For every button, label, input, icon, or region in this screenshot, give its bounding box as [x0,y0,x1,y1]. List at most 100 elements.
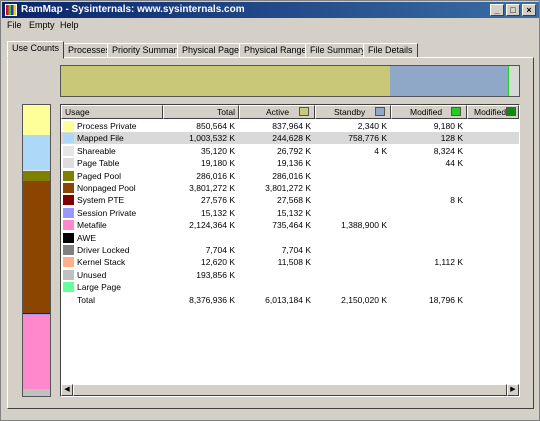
cell-usage: Page Table [77,158,120,169]
usage-bar-segment-unused [23,389,50,396]
usage-color-swatch [63,133,74,144]
maximize-button[interactable]: □ [506,4,520,16]
table-row[interactable]: Unused 193,856 K [61,269,519,281]
tab-file-details[interactable]: File Details [363,43,418,58]
cell-active: 837,964 K [272,121,311,131]
cell-modified: 44 K [445,158,464,169]
cell-standby: 1,388,900 K [341,220,387,231]
table-row[interactable]: Total 8,376,936 K 6,013,184 K 2,150,020 K 18… [61,294,519,306]
cell-usage: Driver Locked [77,245,130,255]
usage-color-swatch [63,158,74,169]
cell-active: 27,568 K [276,195,311,206]
scroll-thumb[interactable] [73,384,507,396]
usage-color-swatch [63,282,74,293]
table-row[interactable]: AWE [61,232,519,244]
cell-total: 12,620 K [200,257,235,268]
menu-help[interactable]: Help [57,19,82,31]
rammap-window: RamMap - Sysinternals: www.sysinternals.… [0,0,540,421]
memory-list-bar [60,65,520,97]
cell-modified: 18,796 K [428,294,463,305]
cell-usage: Nonpaged Pool [77,183,136,193]
usage-color-swatch [63,195,74,206]
cell-active: 11,508 K [277,257,311,268]
title-bar[interactable]: RamMap - Sysinternals: www.sysinternals.… [2,2,539,18]
usage-color-swatch [63,232,74,243]
table-row[interactable]: Nonpaged Pool 3,801,272 K 3,801,272 K [61,182,519,194]
usage-bar [22,104,51,397]
cell-usage: Shareable [77,145,116,156]
active-color-swatch [299,107,309,116]
cell-standby: 2,150,020 K [341,294,387,305]
table-row[interactable]: Shareable 35,120 K 26,792 K 4 K 8,324 K [61,145,519,157]
cell-active: 735,464 K [272,220,311,231]
minimize-button[interactable]: _ [490,4,504,16]
use-counts-table[interactable]: Usage Total Active Standby Modified Modi… [60,104,520,397]
table-row[interactable]: Large Page [61,281,519,293]
column-header-usage[interactable]: Usage [61,105,163,119]
table-row[interactable]: Mapped File 1,003,532 K 244,628 K 758,776 K… [61,132,519,145]
usage-color-swatch [63,207,74,218]
cell-usage: Mapped File [77,133,124,144]
table-row[interactable]: Process Private 850,564 K 837,964 K 2,340 K… [61,120,519,132]
cell-modified: 9,180 K [433,121,463,131]
cell-active: 19,136 K [276,158,311,169]
cell-usage: AWE [77,232,97,243]
horizontal-scrollbar[interactable]: ◀ ▶ [61,384,519,396]
table-row[interactable]: System PTE 27,576 K 27,568 K 8 K [61,194,519,206]
cell-total: 2,124,364 K [189,220,235,231]
cell-total: 15,132 K [200,207,235,218]
usage-color-swatch [63,220,74,231]
scroll-left-button[interactable]: ◀ [61,384,73,396]
cell-active: 26,792 K [276,145,311,156]
cell-total: 850,564 K [196,121,235,131]
cell-modified: 128 K [440,133,463,144]
usage-bar-segment-mapped-file [23,134,50,170]
table-row[interactable]: Driver Locked 7,704 K 7,704 K [61,244,519,256]
cell-standby: 4 K [374,145,387,156]
table-header: Usage Total Active Standby Modified Modi… [61,105,519,119]
cell-total: 19,180 K [200,158,235,169]
cell-total: 8,376,936 K [189,294,235,305]
close-button[interactable]: × [522,4,536,16]
table-row[interactable]: Paged Pool 286,016 K 286,016 K [61,170,519,182]
usage-color-swatch [63,245,74,255]
scroll-right-button[interactable]: ▶ [507,384,519,396]
cell-active: 7,704 K [281,245,311,255]
modified-no-write-color-swatch [506,107,516,116]
table-row[interactable]: Kernel Stack 12,620 K 11,508 K 1,112 K [61,256,519,268]
standby-color-swatch [375,107,385,116]
cell-total: 193,856 K [196,269,235,280]
cell-usage: Session Private [77,207,137,218]
cell-active: 3,801,272 K [265,183,311,193]
cell-usage: Kernel Stack [77,257,126,268]
menu-empty[interactable]: Empty [26,19,58,31]
cell-usage: Process Private [77,121,137,131]
column-header-total[interactable]: Total [163,105,239,119]
usage-color-swatch [63,145,74,156]
cell-total: 7,704 K [205,245,235,255]
table-row[interactable]: Metafile 2,124,364 K 735,464 K 1,388,900 K [61,219,519,231]
cell-active: 244,628 K [272,133,311,144]
usage-bar-segment-nonpaged-pool [23,181,50,314]
memory-bar-segment-standby [389,66,508,96]
tab-use-counts[interactable]: Use Counts [7,41,65,59]
cell-usage: System PTE [77,195,125,206]
usage-bar-segment-paged-pool [23,171,50,182]
memory-bar-segment-unused [509,66,519,96]
tab-priority-summary[interactable]: Priority Summary [107,43,187,58]
table-row[interactable]: Page Table 19,180 K 19,136 K 44 K [61,157,519,169]
cell-standby: 758,776 K [348,133,387,144]
usage-color-swatch [63,121,74,131]
tab-file-summary[interactable]: File Summary [305,43,371,58]
usage-color-swatch [63,183,74,193]
usage-color-swatch [63,269,74,280]
table-row[interactable]: Session Private 15,132 K 15,132 K [61,207,519,219]
menu-file[interactable]: File [4,19,25,31]
usage-color-swatch [63,170,74,181]
cell-total: 3,801,272 K [189,183,235,193]
tab-physical-pages[interactable]: Physical Pages [177,43,249,58]
cell-active: 6,013,184 K [265,294,311,305]
usage-bar-segment-process-private [23,105,50,135]
usage-bar-segment-metafile [23,314,50,389]
cell-usage: Total [77,294,95,305]
